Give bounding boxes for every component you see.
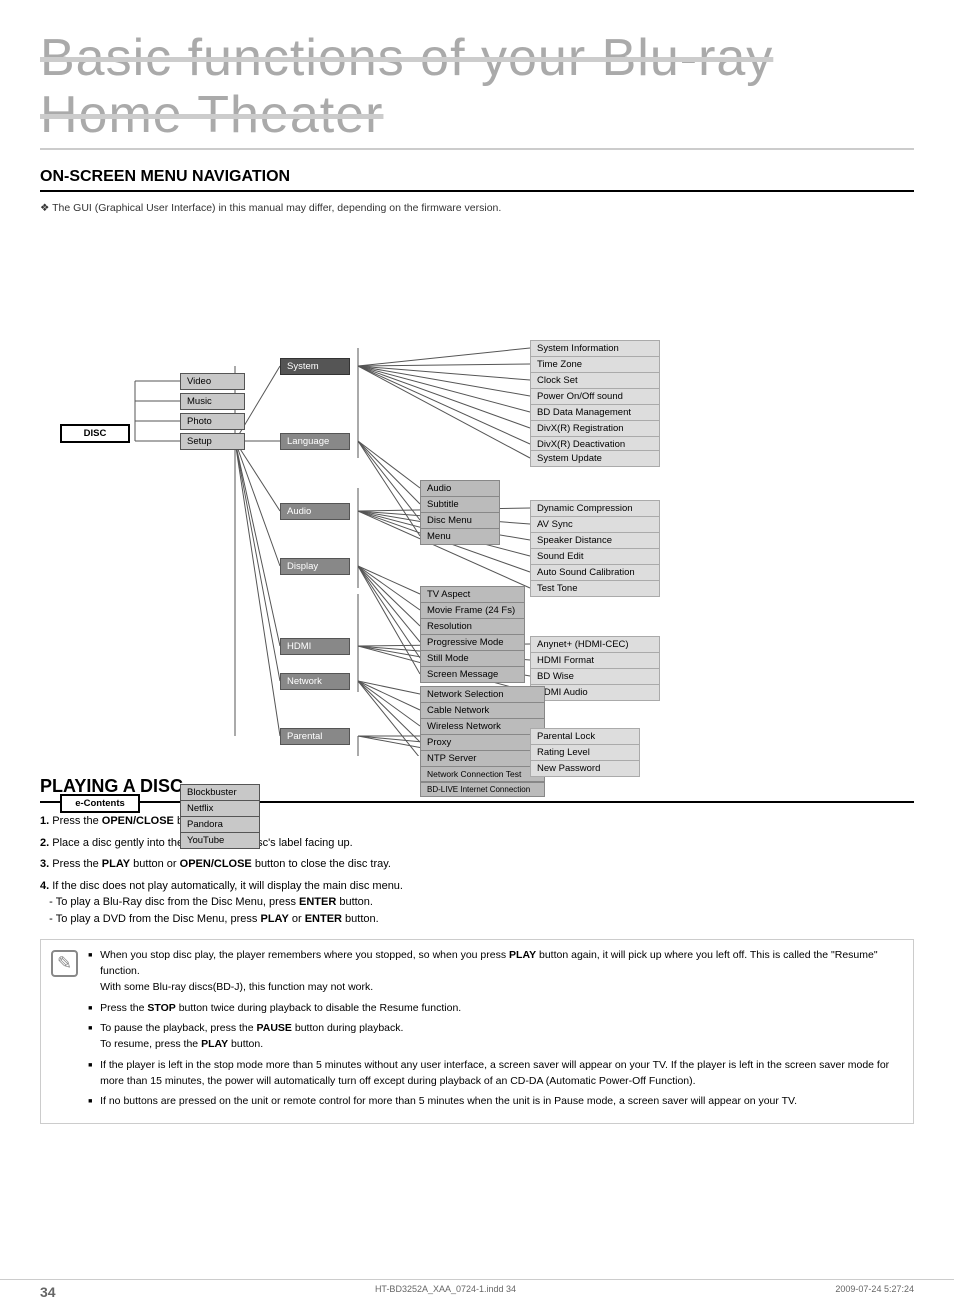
screen-msg-node: Screen Message <box>420 666 525 683</box>
test-tone-node: Test Tone <box>530 580 660 597</box>
clock-set-node: Clock Set <box>530 372 660 389</box>
photo-node: Photo <box>180 413 245 430</box>
display-node: Display <box>280 558 350 575</box>
step3-num: 3. <box>40 858 49 870</box>
bd-wise-node: BD Wise <box>530 668 660 685</box>
footer-left: HT-BD3252A_XAA_0724-1.indd 34 <box>375 1284 516 1300</box>
disc-node: DISC <box>60 424 130 443</box>
page-number: 34 <box>40 1284 56 1300</box>
sys-update-node: System Update <box>530 450 660 467</box>
bdlive-node: BD-LIVE Internet Connection <box>420 782 545 797</box>
econtents-node: e-Contents <box>60 794 140 813</box>
proxy-node: Proxy <box>420 734 545 751</box>
subtitle-node: Subtitle <box>420 496 500 513</box>
system-node: System <box>280 358 350 375</box>
footer-right: 2009-07-24 5:27:24 <box>835 1284 914 1300</box>
audio-lang-node: Audio <box>420 480 500 497</box>
menu-node: Menu <box>420 528 500 545</box>
pandora-node: Pandora <box>180 816 260 833</box>
footer: 34 HT-BD3252A_XAA_0724-1.indd 34 2009-07… <box>0 1279 954 1300</box>
time-zone-node: Time Zone <box>530 356 660 373</box>
blockbuster-node: Blockbuster <box>180 784 260 801</box>
ntp-node: NTP Server <box>420 750 545 767</box>
parental-node: Parental <box>280 728 350 745</box>
section1-note: The GUI (Graphical User Interface) in th… <box>40 202 914 214</box>
network-node: Network <box>280 673 350 690</box>
rating-node: Rating Level <box>530 744 640 761</box>
note2: Press the STOP button twice during playb… <box>88 1001 903 1017</box>
step1: 1. Press the OPEN/CLOSE button. <box>40 813 914 830</box>
power-sound-node: Power On/Off sound <box>530 388 660 405</box>
note-icon: ✎ <box>51 950 78 977</box>
youtube-node: YouTube <box>180 832 260 849</box>
menu-tree: DISC Video Music Photo Setup System Lang… <box>40 226 914 756</box>
note-box: ✎ When you stop disc play, the player re… <box>40 939 914 1124</box>
still-mode-node: Still Mode <box>420 650 525 667</box>
divx-reg-node: DivX(R) Registration <box>530 420 660 437</box>
language-node: Language <box>280 433 350 450</box>
note5: If no buttons are pressed on the unit or… <box>88 1094 903 1110</box>
step2-num: 2. <box>40 837 49 849</box>
av-sync-node: AV Sync <box>530 516 660 533</box>
sound-edit-node: Sound Edit <box>530 548 660 565</box>
resolution-node: Resolution <box>420 618 525 635</box>
step1-num: 1. <box>40 815 49 827</box>
step4: 4. If the disc does not play automatical… <box>40 878 914 928</box>
auto-sound-node: Auto Sound Calibration <box>530 564 660 581</box>
net-test-node: Network Connection Test <box>420 766 545 782</box>
notes-list: When you stop disc play, the player reme… <box>88 948 903 1115</box>
parental-lock-node: Parental Lock <box>530 728 640 745</box>
music-node: Music <box>180 393 245 410</box>
video-node: Video <box>180 373 245 390</box>
hdmi-format-node: HDMI Format <box>530 652 660 669</box>
disc-menu-node: Disc Menu <box>420 512 500 529</box>
netflix-node: Netflix <box>180 800 260 817</box>
playing-section: PLAYING A DISC 1. Press the OPEN/CLOSE b… <box>40 776 914 1124</box>
dynamic-node: Dynamic Compression <box>530 500 660 517</box>
setup-node: Setup <box>180 433 245 450</box>
wireless-node: Wireless Network <box>420 718 545 735</box>
step3: 3. Press the PLAY button or OPEN/CLOSE b… <box>40 856 914 873</box>
note4: If the player is left in the stop mode m… <box>88 1058 903 1090</box>
note3: To pause the playback, press the PAUSE b… <box>88 1021 903 1053</box>
cable-node: Cable Network <box>420 702 545 719</box>
note1: When you stop disc play, the player reme… <box>88 948 903 995</box>
movie-frame-node: Movie Frame (24 Fs) <box>420 602 525 619</box>
net-selection-node: Network Selection <box>420 686 545 703</box>
step2: 2. Place a disc gently into the tray wit… <box>40 835 914 852</box>
speaker-dist-node: Speaker Distance <box>530 532 660 549</box>
section1-title: ON-SCREEN MENU NAVIGATION <box>40 168 914 192</box>
hdmi-audio-node: HDMI Audio <box>530 684 660 701</box>
progressive-node: Progressive Mode <box>420 634 525 651</box>
page-title: Basic functions of your Blu-ray Home The… <box>40 30 914 150</box>
step4-num: 4. <box>40 880 49 892</box>
hdmi-node: HDMI <box>280 638 350 655</box>
anynet-node: Anynet+ (HDMI-CEC) <box>530 636 660 653</box>
tv-aspect-node: TV Aspect <box>420 586 525 603</box>
new-pass-node: New Password <box>530 760 640 777</box>
audio-setup-node: Audio <box>280 503 350 520</box>
bd-data-node: BD Data Management <box>530 404 660 421</box>
steps-list: 1. Press the OPEN/CLOSE button. 2. Place… <box>40 813 914 927</box>
sys-info-node: System Information <box>530 340 660 357</box>
